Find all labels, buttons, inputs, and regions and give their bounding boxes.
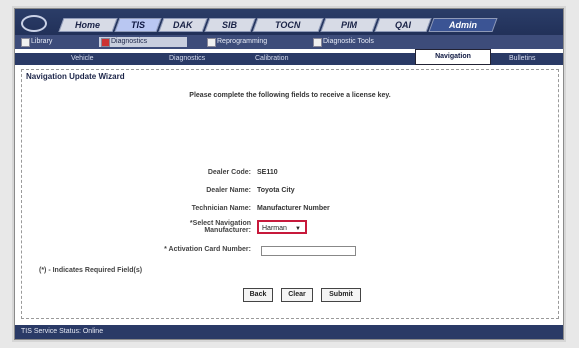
- navigation-manufacturer-label: *Select Navigation Manufacturer:: [189, 220, 251, 234]
- dealer-code-label: Dealer Code:: [207, 169, 251, 176]
- chevron-down-icon: ▼: [295, 226, 301, 232]
- section-vehicle[interactable]: Vehicle: [71, 54, 131, 64]
- tab-pim[interactable]: PIM: [320, 18, 378, 32]
- subtab-diagnostic-tools[interactable]: Diagnostic Tools: [311, 37, 419, 47]
- section-bulletins[interactable]: Bulletins: [509, 54, 559, 64]
- dealer-name-value: Toyota City: [257, 187, 295, 194]
- reprogramming-icon: [207, 38, 216, 47]
- required-fields-note: (*) - Indicates Required Field(s): [39, 267, 143, 274]
- back-button[interactable]: Back: [243, 288, 273, 302]
- tab-home[interactable]: Home: [58, 18, 118, 32]
- activation-card-input[interactable]: [261, 246, 356, 256]
- dealer-name-label: Dealer Name:: [206, 187, 251, 194]
- section-calibration[interactable]: Calibration: [255, 54, 325, 64]
- section-navigation[interactable]: Navigation: [415, 49, 491, 65]
- subtab-reprogramming[interactable]: Reprogramming: [205, 37, 307, 47]
- library-icon: [21, 38, 30, 47]
- subtab-library[interactable]: Library: [19, 37, 91, 47]
- wizard-title: Navigation Update Wizard: [26, 72, 125, 81]
- wizard-instruction: Please complete the following fields to …: [189, 92, 391, 99]
- dealer-code-value: SE110: [257, 169, 278, 176]
- section-tab-bar: Vehicle Diagnostics Calibration Navigati…: [15, 49, 563, 65]
- tab-tocn[interactable]: TOCN: [252, 18, 324, 32]
- toyota-logo-icon: [21, 15, 47, 32]
- sub-tab-bar: Library Diagnostics Reprogramming Diagno…: [15, 35, 563, 49]
- technician-name-label: Technician Name:: [191, 205, 251, 212]
- tab-dak[interactable]: DAK: [158, 18, 208, 32]
- tab-qai[interactable]: QAI: [374, 18, 432, 32]
- diagnostics-icon: [101, 38, 110, 47]
- technician-name-value: Manufacturer Number: [257, 205, 330, 212]
- activation-card-label: * Activation Card Number:: [164, 246, 251, 253]
- tab-sib[interactable]: SIB: [204, 18, 256, 32]
- wizard-panel: Navigation Update Wizard Please complete…: [21, 69, 559, 319]
- section-diagnostics[interactable]: Diagnostics: [169, 54, 229, 64]
- subtab-diagnostics[interactable]: Diagnostics: [99, 37, 187, 47]
- tools-icon: [313, 38, 322, 47]
- status-bar: TIS Service Status: Online: [15, 325, 563, 339]
- clear-button[interactable]: Clear: [281, 288, 313, 302]
- navigation-manufacturer-select[interactable]: Harman ▼: [257, 220, 307, 234]
- tab-admin[interactable]: Admin: [428, 18, 498, 32]
- tab-tis[interactable]: TIS: [114, 18, 162, 32]
- submit-button[interactable]: Submit: [321, 288, 361, 302]
- app-window: Home TIS DAK SIB TOCN PIM QAI Admin Libr…: [14, 8, 564, 340]
